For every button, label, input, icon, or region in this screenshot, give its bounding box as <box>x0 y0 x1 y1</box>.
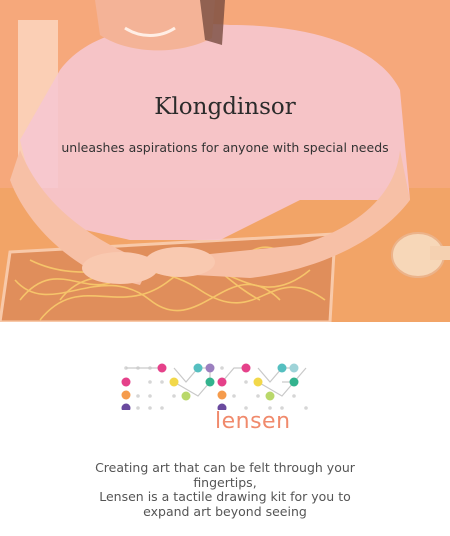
hero-title: Klongdinsor <box>154 94 296 120</box>
dot-grid-logo-icon <box>121 363 308 410</box>
hero-color-overlay <box>0 0 450 322</box>
tagline-line-4: expand art beyond seeing <box>143 503 307 519</box>
tagline-line-3: Lensen is a tactile drawing kit for you … <box>99 489 351 504</box>
brand-section: lensen Creating art that can be felt thr… <box>0 322 450 536</box>
tagline-line-1: Creating art that can be felt through yo… <box>95 460 355 475</box>
tagline-line-2: fingertips, <box>193 474 257 490</box>
hero-subtitle: unleashes aspirations for anyone with sp… <box>61 140 389 155</box>
brand-name: lensen <box>215 409 291 434</box>
tagline: Creating art that can be felt through yo… <box>40 460 410 519</box>
hero-banner: Klongdinsor unleashes aspirations for an… <box>0 0 450 322</box>
